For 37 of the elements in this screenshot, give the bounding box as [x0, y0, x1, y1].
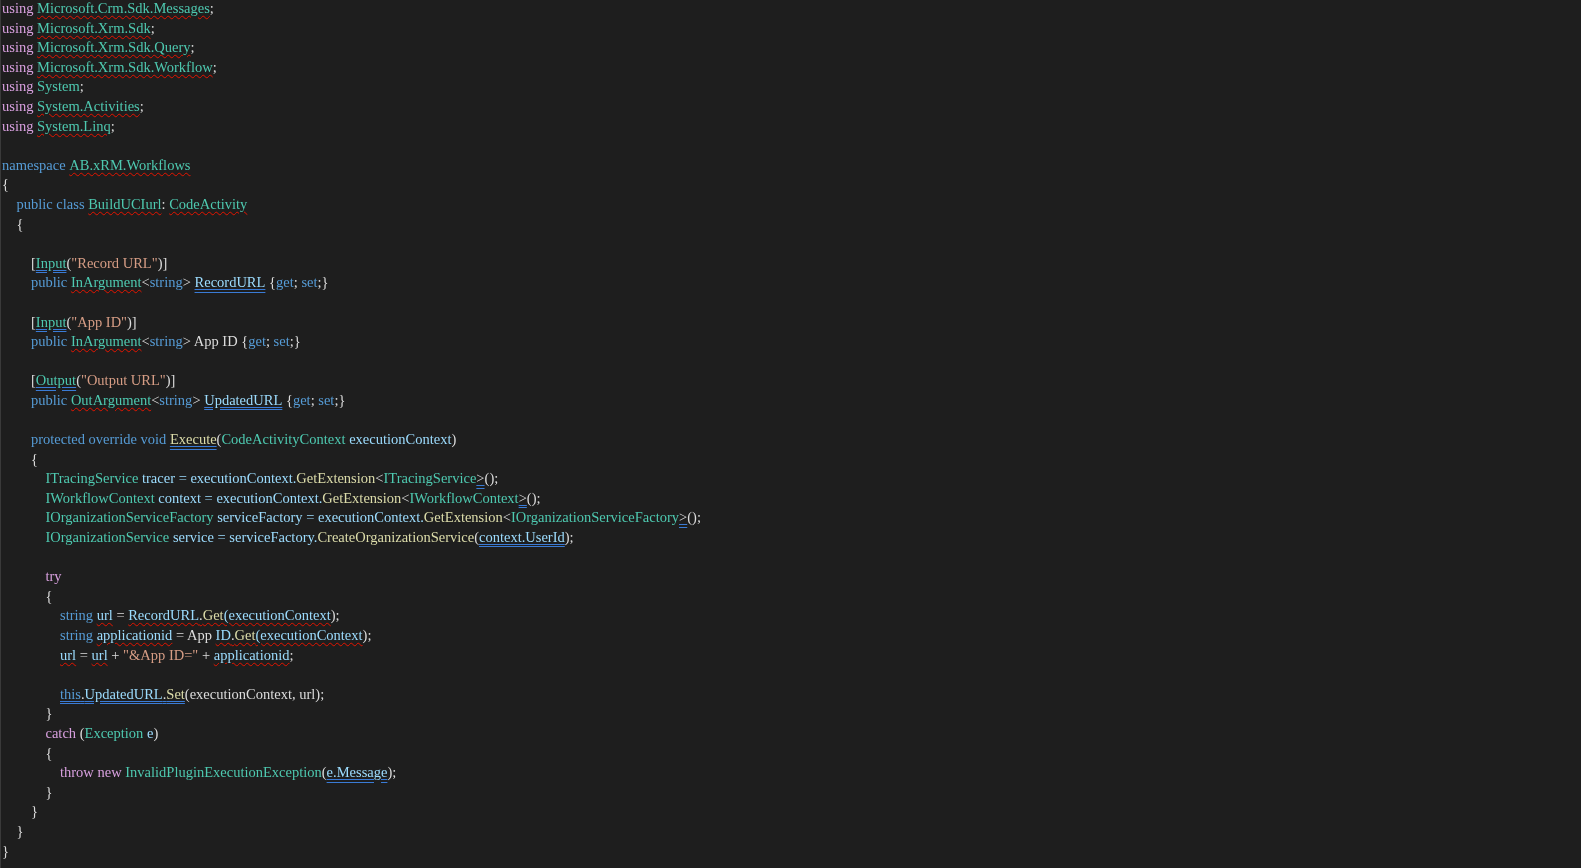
- code-line: protected override void Execute(CodeActivityContext executionContext): [30, 431, 457, 450]
- code-line: }: [44, 705, 53, 724]
- code-line: string url = RecordURL.Get(executionContext);: [59, 607, 340, 626]
- code-line: string applicationid = App ID.Get(executionContext);: [59, 627, 372, 645]
- code-line: public InArgument<string> App ID {get; set;}: [30, 333, 301, 352]
- code-line: try: [44, 568, 62, 587]
- code-line: IOrganizationService service = serviceFactory.CreateOrganizationService(context.UserId);: [44, 529, 574, 548]
- code-line: [Output("Output URL")]: [30, 372, 176, 391]
- code-line: public InArgument<string> RecordURL {get; set;}: [30, 274, 329, 293]
- code-line: public class BuildUCIurl: CodeActivity: [15, 195, 248, 214]
- code-line: using Microsoft.Xrm.Sdk;: [2, 19, 155, 38]
- code-line: {: [2, 176, 9, 195]
- code-line: }: [2, 842, 9, 861]
- code-line: {: [44, 744, 53, 763]
- code-line: {: [15, 215, 24, 234]
- code-line: throw new InvalidPluginExecutionException(e.Message);: [59, 764, 397, 783]
- code-line: }: [30, 803, 38, 822]
- code-line: IWorkflowContext context = executionContext.GetExtension<IWorkflowContext>();: [44, 489, 541, 508]
- code-line: [Input("App ID")]: [30, 313, 137, 332]
- code-line: {: [30, 450, 38, 469]
- code-line: this.UpdatedURL.Set(executionContext, url);: [59, 685, 325, 704]
- code-line: using Microsoft.Crm.Sdk.Messages;: [2, 0, 214, 18]
- code-line: url = url + "&App ID=" + applicationid;: [59, 646, 294, 665]
- code-line: namespace AB.xRM.Workflows: [2, 156, 191, 175]
- code-line: using Microsoft.Xrm.Sdk.Workflow;: [2, 58, 217, 77]
- code-line: using System;: [2, 78, 84, 97]
- code-line: {: [44, 587, 53, 606]
- code-line: }: [15, 822, 24, 841]
- code-line: }: [44, 783, 53, 802]
- code-line: ITracingService tracer = executionContext.GetExtension<ITracingService>();: [44, 470, 499, 489]
- code-line: catch (Exception e): [44, 724, 159, 743]
- code-line: IOrganizationServiceFactory serviceFactory = executionContext.GetExtension<IOrganizationServiceFactory>();: [44, 509, 701, 528]
- code-line: using System.Activities;: [2, 97, 144, 116]
- code-line: [Input("Record URL")]: [30, 254, 168, 273]
- code-line: using System.Linq;: [2, 117, 115, 136]
- code-line: public OutArgument<string> UpdatedURL {get; set;}: [30, 391, 346, 410]
- code-line: using Microsoft.Xrm.Sdk.Query;: [2, 39, 195, 58]
